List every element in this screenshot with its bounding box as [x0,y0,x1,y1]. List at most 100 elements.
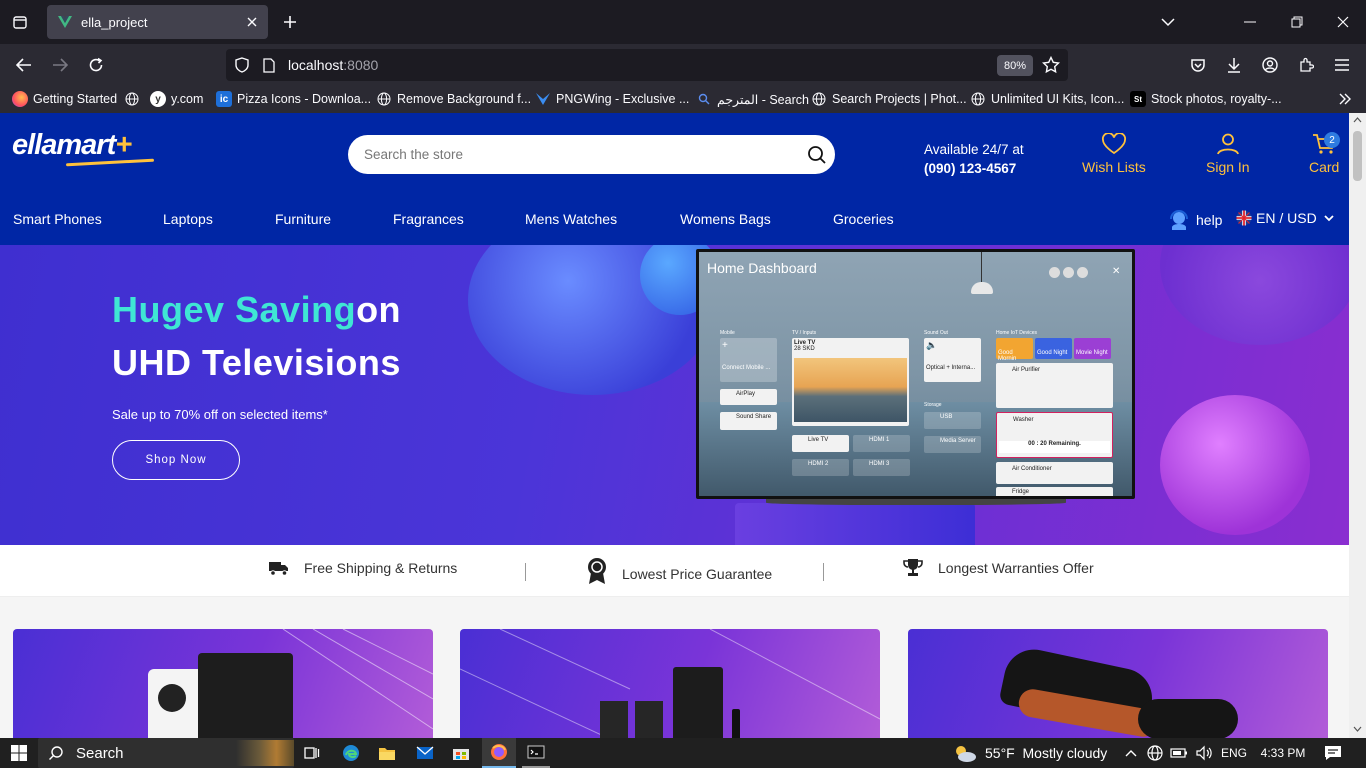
chevron-up-icon[interactable] [1122,738,1140,768]
bookmark-translator-search[interactable]: المترجم - Search [696,90,809,108]
promo-card-consoles[interactable] [13,629,433,738]
bookmark-getting-started[interactable]: Getting Started [12,90,117,108]
url-bar[interactable]: localhost:8080 80% [226,49,1068,81]
minimize-icon[interactable] [1238,10,1262,34]
restore-icon[interactable] [1285,10,1309,34]
scrollbar-thumb[interactable] [1353,131,1362,181]
shield-icon[interactable] [232,55,252,75]
phone-number[interactable]: (090) 123-4567 [924,159,1024,178]
browser-nav-bar: localhost:8080 80% [0,44,1366,85]
back-icon[interactable] [12,53,36,77]
notifications-icon[interactable] [1322,738,1344,768]
pocket-icon[interactable] [1186,53,1210,77]
category-furniture[interactable]: Furniture [275,211,331,227]
windows-taskbar: Search 55°F Mostly cloudy ENG 4:33 PM [0,738,1366,768]
tv-card-live-tv: Live TV [792,435,849,452]
taskbar-search[interactable]: Search [38,738,294,768]
cart-label: Card [1309,159,1340,175]
new-tab-icon[interactable] [278,10,302,34]
bookmark-globe-1[interactable] [124,90,145,108]
task-view-icon[interactable] [300,738,324,768]
heart-icon [1101,133,1126,155]
tab-title: ella_project [81,14,148,30]
clock[interactable]: 4:33 PM [1258,738,1308,768]
tv-section-storage: Storage [924,402,942,408]
search-icon [49,746,63,760]
edge-icon[interactable] [340,738,362,768]
tv-close-icon: ✕ [1112,266,1121,277]
list-all-tabs-icon[interactable] [1156,10,1180,34]
speaker-image [635,701,663,738]
subwoofer-image [673,667,723,738]
mail-icon[interactable] [414,738,436,768]
more-bookmarks-icon[interactable] [1334,89,1356,109]
bookmark-unlimited-ui-kits[interactable]: Unlimited UI Kits, Icon... [970,90,1124,108]
forward-icon[interactable] [48,53,72,77]
category-groceries[interactable]: Groceries [833,211,894,227]
search-icon[interactable] [807,145,827,165]
globe-icon [124,91,140,107]
signin-button[interactable]: Sign In [1206,133,1250,175]
decorative-lines [282,629,433,730]
web-page: ellamart+ Available 24/7 at (090) 123-45… [0,113,1349,738]
account-icon[interactable] [1258,53,1282,77]
award-icon [588,558,606,584]
downloads-icon[interactable] [1222,53,1246,77]
availability-text: Available 24/7 at [924,142,1024,157]
promo-card-furniture[interactable] [908,629,1328,738]
tv-section-inputs: TV / Inputs [792,330,817,336]
windows-start-icon[interactable] [8,738,30,768]
tv-card-hdmi2: HDMI 2 [792,459,849,476]
network-globe-icon[interactable] [1146,738,1164,768]
bookmark-star-icon[interactable] [1040,54,1062,76]
menu-icon[interactable] [1330,53,1354,77]
close-tab-icon[interactable] [240,10,264,34]
weather-widget[interactable]: 55°F Mostly cloudy [952,738,1112,768]
tab-ella-project[interactable]: ella_project [47,5,268,39]
bookmark-pizza-icons[interactable]: ic Pizza Icons - Downloa... [216,90,371,108]
hero-title-line2: UHD Televisions [112,342,401,383]
scroll-up-icon[interactable] [1349,113,1366,127]
wishlist-button[interactable]: Wish Lists [1082,133,1146,175]
file-explorer-icon[interactable] [376,738,398,768]
firefox-icon [12,91,28,107]
firefox-taskbar-icon[interactable] [482,738,516,768]
extensions-icon[interactable] [1294,53,1318,77]
terminal-icon[interactable] [522,738,550,768]
category-fragrances[interactable]: Fragrances [393,211,464,227]
tv-card-optical: 🔈 Optical + Interna... [924,338,981,382]
bookmark-y-com[interactable]: y y.com [150,90,203,108]
store-icon[interactable] [450,738,472,768]
shop-now-button[interactable]: Shop Now [112,440,240,480]
promo-card-speakers[interactable] [460,629,880,738]
bookmark-stock-photos[interactable]: St Stock photos, royalty-... [1130,90,1282,108]
bookmark-search-projects[interactable]: Search Projects | Phot... [811,90,967,108]
tab-overview-icon[interactable] [8,10,32,34]
decorative-blob [1160,245,1349,345]
zoom-level[interactable]: 80% [997,55,1033,76]
bookmark-remove-background[interactable]: Remove Background f... [376,90,531,108]
close-window-icon[interactable] [1331,10,1355,34]
help-link[interactable]: help [1168,209,1222,231]
input-language[interactable]: ENG [1219,738,1249,768]
page-icon[interactable] [259,55,279,75]
tv-card-sound-share: Sound Share [720,412,777,430]
battery-icon[interactable] [1170,738,1188,768]
scroll-down-icon[interactable] [1349,722,1366,736]
feature-label: Longest Warranties Offer [938,560,1094,576]
search-icon [696,91,712,107]
category-womens-bags[interactable]: Womens Bags [680,211,771,227]
url-text[interactable]: localhost:8080 [288,57,378,73]
category-laptops[interactable]: Laptops [163,211,213,227]
page-scrollbar[interactable] [1349,113,1366,738]
feature-divider [525,563,526,581]
bookmark-pngwing[interactable]: PNGWing - Exclusive ... [535,90,689,108]
tv-card-good-morning: Good Mornin [996,338,1033,362]
reload-icon[interactable] [84,53,108,77]
language-currency-select[interactable]: EN / USD [1236,210,1334,226]
search-input[interactable] [364,135,794,174]
category-mens-watches[interactable]: Mens Watches [525,211,617,227]
site-logo[interactable]: ellamart+ [12,129,132,162]
volume-icon[interactable] [1194,738,1214,768]
category-smart-phones[interactable]: Smart Phones [13,211,102,227]
